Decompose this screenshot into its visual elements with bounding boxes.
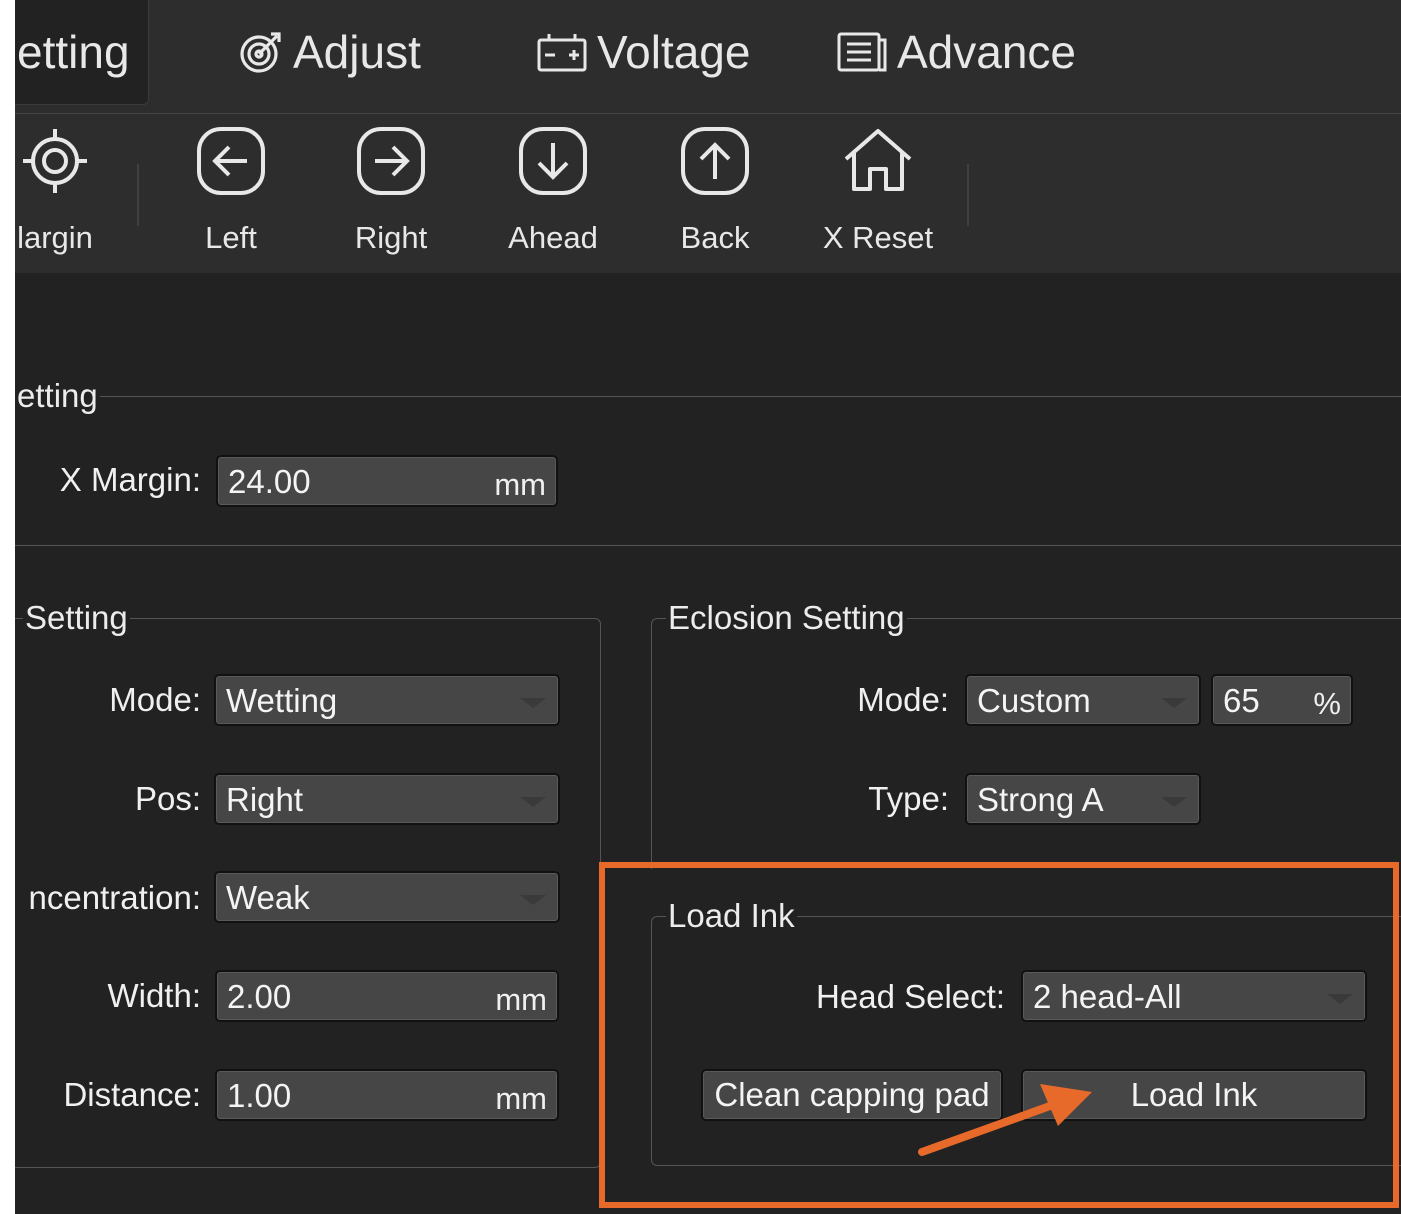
x-margin-unit: mm <box>494 467 546 502</box>
x-margin-input[interactable]: 24.00 mm <box>216 455 558 507</box>
pos-label: Pos: <box>134 780 201 817</box>
head-select-label: Head Select: <box>816 978 1005 1015</box>
tab-adjust-label: Adjust <box>293 26 421 78</box>
tab-advance[interactable]: Advance <box>835 0 1076 104</box>
load-ink-group <box>651 916 1401 1166</box>
group-border <box>15 545 1401 546</box>
eclosion-mode-label: Mode: <box>857 681 949 718</box>
width-label: Width: <box>107 977 201 1014</box>
chevron-down-icon <box>520 797 546 807</box>
battery-icon <box>535 28 589 76</box>
chevron-down-icon <box>1327 994 1353 1004</box>
wet-setting-title: Setting <box>23 598 130 638</box>
ahead-label: Ahead <box>508 220 598 255</box>
chevron-down-icon <box>520 895 546 905</box>
mode-value: Wetting <box>226 682 338 719</box>
crosshair-icon <box>19 126 91 196</box>
group-border <box>15 396 1401 397</box>
eclosion-percent-value: 65 <box>1223 682 1260 719</box>
concentration-label: ncentration: <box>28 879 201 916</box>
app-window: etting Adjust Voltage Advance largin Lef… <box>15 0 1401 1214</box>
ahead-button[interactable]: Ahead <box>495 114 611 273</box>
toolbar: largin Left Right Ahead Back X Reset <box>15 114 1401 273</box>
home-icon <box>840 126 916 196</box>
mode-label: Mode: <box>109 681 201 718</box>
distance-unit: mm <box>495 1081 547 1116</box>
eclosion-type-value: Strong A <box>977 781 1104 818</box>
width-unit: mm <box>495 982 547 1017</box>
tab-voltage-label: Voltage <box>597 26 751 78</box>
eclosion-type-select[interactable]: Strong A <box>965 773 1201 825</box>
margin-tool-button[interactable]: largin <box>15 114 105 273</box>
head-select-dropdown[interactable]: 2 head-All <box>1021 970 1367 1022</box>
distance-value: 1.00 <box>227 1077 292 1114</box>
distance-label: Distance: <box>63 1076 201 1113</box>
right-label: Right <box>354 220 428 255</box>
tab-bar: etting Adjust Voltage Advance <box>15 0 1401 114</box>
clean-capping-pad-button[interactable]: Clean capping pad <box>701 1069 1003 1121</box>
eclosion-mode-select[interactable]: Custom <box>965 674 1201 726</box>
tab-voltage[interactable]: Voltage <box>535 0 750 104</box>
list-icon <box>835 28 889 76</box>
eclosion-setting-title: Eclosion Setting <box>666 598 907 638</box>
chevron-down-icon <box>1161 698 1187 708</box>
eclosion-mode-value: Custom <box>977 682 1091 719</box>
margin-tool-label: largin <box>17 220 93 255</box>
settings-panel: etting X Margin: 24.00 mm Setting Mode: … <box>15 273 1401 1214</box>
x-margin-label: X Margin: <box>59 461 201 498</box>
eclosion-type-label: Type: <box>868 780 949 817</box>
left-label: Left <box>205 220 257 255</box>
pos-select[interactable]: Right <box>214 773 560 825</box>
left-button[interactable]: Left <box>183 114 279 273</box>
distance-input[interactable]: 1.00 mm <box>215 1069 559 1121</box>
back-label: Back <box>680 220 750 255</box>
pos-value: Right <box>226 781 304 818</box>
margin-setting-title: etting <box>15 376 100 416</box>
arrow-left-circle-icon <box>195 126 267 196</box>
eclosion-setting-group <box>651 618 1401 869</box>
width-value: 2.00 <box>227 978 292 1015</box>
arrow-right-circle-icon <box>355 126 427 196</box>
target-icon <box>237 28 285 76</box>
load-ink-title: Load Ink <box>666 896 797 936</box>
tab-adjust[interactable]: Adjust <box>237 0 421 104</box>
mode-select[interactable]: Wetting <box>214 674 560 726</box>
back-button[interactable]: Back <box>667 114 763 273</box>
toolbar-separator <box>137 164 139 226</box>
right-button[interactable]: Right <box>343 114 439 273</box>
chevron-down-icon <box>1161 797 1187 807</box>
tab-setting[interactable]: etting <box>15 0 149 105</box>
arrow-down-circle-icon <box>517 126 589 196</box>
x-reset-label: X Reset <box>822 220 934 255</box>
eclosion-percent-input[interactable]: 65 % <box>1211 674 1353 726</box>
x-margin-value: 24.00 <box>228 463 311 500</box>
concentration-value: Weak <box>226 879 310 916</box>
head-select-value: 2 head-All <box>1033 978 1182 1015</box>
width-input[interactable]: 2.00 mm <box>215 970 559 1022</box>
toolbar-separator <box>967 164 969 226</box>
load-ink-button[interactable]: Load Ink <box>1021 1069 1367 1121</box>
chevron-down-icon <box>520 698 546 708</box>
arrow-up-circle-icon <box>679 126 751 196</box>
tab-setting-label: etting <box>17 26 130 78</box>
tab-advance-label: Advance <box>897 26 1077 78</box>
concentration-select[interactable]: Weak <box>214 871 560 923</box>
x-reset-button[interactable]: X Reset <box>813 114 943 273</box>
eclosion-percent-unit: % <box>1313 686 1341 721</box>
